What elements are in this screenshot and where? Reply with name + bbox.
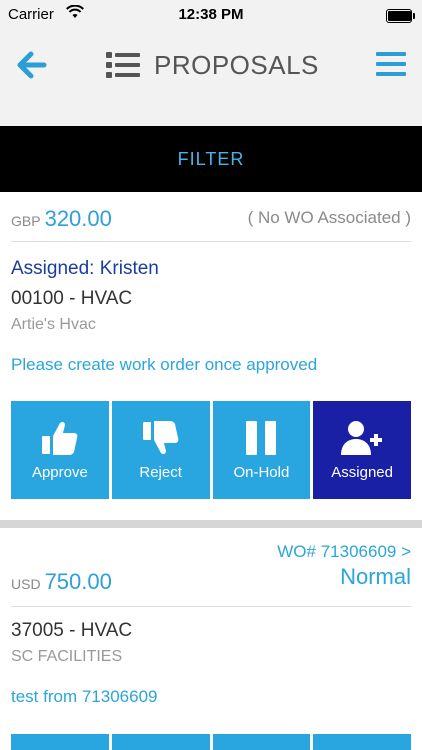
thumbs-up-icon: [41, 421, 78, 455]
filter-button[interactable]: FILTER: [0, 126, 422, 192]
assign-button[interactable]: [313, 734, 411, 750]
proposal-amount: USD 750.00: [11, 569, 112, 595]
assigned-button[interactable]: Assigned: [313, 401, 411, 499]
battery-level: [388, 11, 411, 21]
reject-button[interactable]: [111, 734, 210, 750]
trade-code: 00100 - HVAC: [11, 288, 133, 309]
status-bar: Carrier 12:38 PM: [0, 0, 422, 30]
add-user-icon: [341, 421, 383, 455]
on-hold-button[interactable]: On-Hold: [212, 401, 311, 499]
proposal-card[interactable]: GBP 320.00 ( No WO Associated ) Assigned:…: [0, 192, 422, 520]
on-hold-label: On-Hold: [233, 464, 290, 481]
work-order-link[interactable]: WO# 71306609 >: [277, 542, 411, 562]
action-bar: Approve Reject On-Hold Assigned: [11, 401, 411, 499]
page-title: PROPOSALS: [154, 49, 319, 80]
approve-label: Approve: [31, 464, 88, 481]
reject-label: Reject: [139, 464, 182, 481]
vendor-name: SC FACILITIES: [11, 648, 123, 665]
assigned-to: Assigned: Kristen: [11, 258, 159, 279]
on-hold-button[interactable]: [212, 734, 311, 750]
proposal-note: test from 71306609: [11, 687, 158, 706]
currency-code: GBP: [11, 213, 41, 229]
proposal-note: Please create work order once approved: [11, 355, 318, 374]
assigned-label: Assigned: [331, 464, 393, 481]
card-separator: [0, 520, 422, 528]
clock: 12:38 PM: [178, 6, 244, 23]
trade-code: 37005 - HVAC: [11, 620, 133, 641]
proposal-amount: GBP 320.00: [11, 206, 112, 232]
amount-value: 320.00: [44, 206, 112, 231]
reject-button[interactable]: Reject: [111, 401, 210, 499]
wo-status: ( No WO Associated ): [247, 208, 411, 227]
currency-code: USD: [11, 576, 41, 592]
thumbs-down-icon: [142, 421, 178, 455]
action-bar: [11, 734, 411, 750]
approve-button[interactable]: Approve: [11, 401, 109, 499]
amount-value: 750.00: [44, 569, 112, 594]
list-icon: [106, 52, 140, 78]
back-arrow-icon[interactable]: [14, 48, 48, 82]
page-title-group: PROPOSALS: [106, 50, 319, 80]
proposal-card[interactable]: WO# 71306609 > Normal USD 750.00 37005 - …: [0, 528, 422, 750]
divider: [11, 606, 411, 607]
battery-icon: [386, 9, 415, 23]
vendor-name: Artie's Hvac: [11, 316, 96, 333]
approve-button[interactable]: [11, 734, 109, 750]
divider: [11, 241, 411, 242]
nav-bar: PROPOSALS: [0, 30, 422, 127]
pause-icon: [246, 421, 277, 455]
hamburger-menu-icon[interactable]: [376, 50, 406, 78]
priority-label: Normal: [340, 564, 411, 589]
